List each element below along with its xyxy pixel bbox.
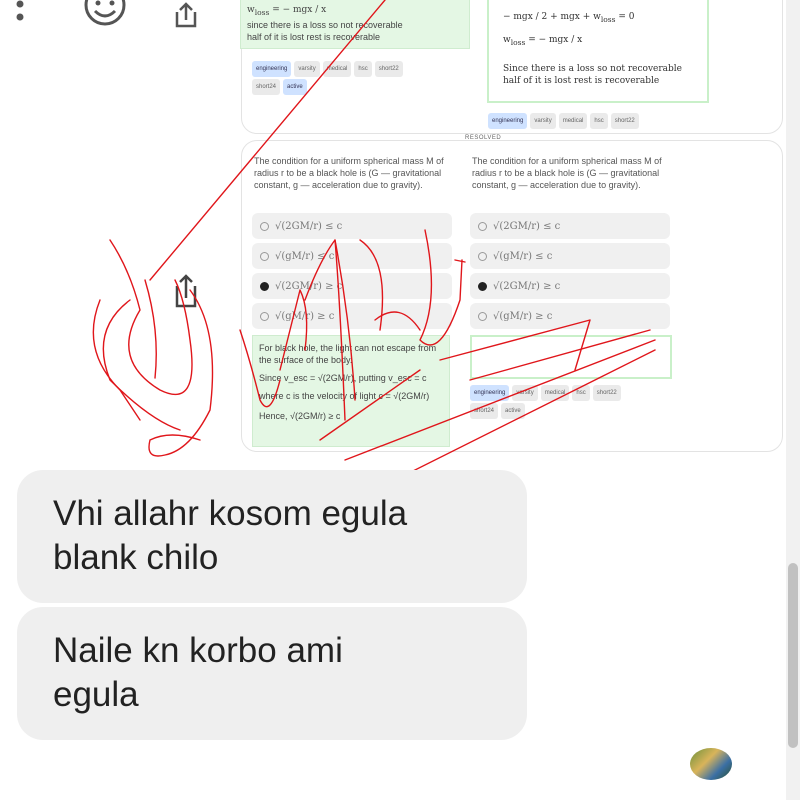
- message-bubble[interactable]: Vhi allahr kosom egula blank chilo: [17, 470, 527, 603]
- message-text: Naile kn korbo ami egula: [53, 631, 343, 714]
- message-bubble[interactable]: Naile kn korbo ami egula: [17, 607, 527, 740]
- message-text: Vhi allahr kosom egula blank chilo: [53, 494, 408, 577]
- avatar[interactable]: [690, 748, 732, 780]
- scrollbar-thumb[interactable]: [788, 563, 798, 748]
